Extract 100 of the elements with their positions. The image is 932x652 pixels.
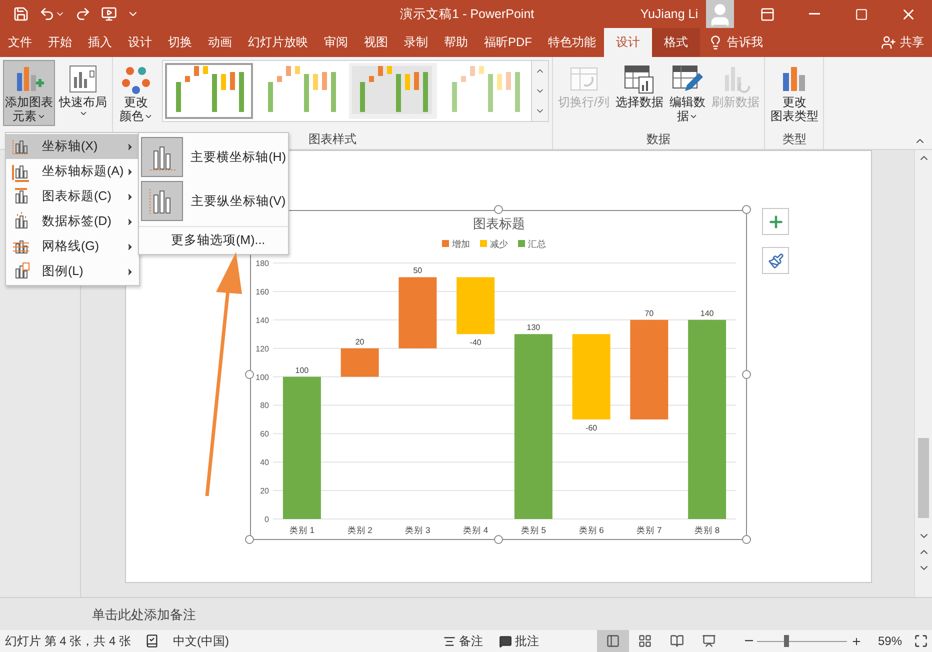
axis-label: 140 (256, 316, 269, 325)
legend-label: 减少 (490, 239, 508, 249)
category-label: 类别 2 (347, 525, 372, 535)
ribbon-tab[interactable]: 审阅 (316, 28, 356, 57)
table-chart-icon (623, 63, 656, 95)
option-label: 主要横坐标轴(H) (190, 148, 286, 166)
ribbon-button[interactable]: 更改 图表类型 (768, 60, 820, 126)
chart-style-option[interactable] (349, 63, 437, 119)
ribbon-tab[interactable]: 帮助 (436, 28, 476, 57)
category-label: 类别 3 (405, 525, 430, 535)
option-label: 主要纵坐标轴(V) (191, 192, 286, 210)
scrollbar-thumb[interactable] (918, 438, 929, 518)
zoom-in-icon[interactable] (850, 636, 862, 646)
save-icon (13, 6, 29, 22)
layout-icon (67, 63, 99, 95)
ribbon-button[interactable]: 更改 颜色 (116, 60, 156, 126)
ribbon-tab[interactable]: 切换 (160, 28, 200, 57)
group-label: 图表样式 (308, 131, 356, 148)
zoom-thumb[interactable] (784, 634, 789, 646)
data-label: -40 (470, 338, 482, 348)
menu-item[interactable]: 网格线(G) (6, 234, 139, 259)
normal-view-icon (606, 634, 620, 648)
slide-info: 幻灯片 第 4 张，共 4 张 (5, 632, 132, 650)
category-label: 类别 7 (636, 525, 662, 535)
book-icon (670, 634, 684, 648)
ribbon-tab[interactable]: 录制 (396, 28, 436, 57)
menu-item[interactable]: 图表标题(C) (6, 184, 139, 209)
minimize-icon (809, 13, 820, 15)
panel-icon (760, 6, 775, 22)
data-label: 50 (413, 266, 422, 276)
axis-label: 40 (260, 458, 269, 468)
axis-label: 60 (260, 430, 269, 439)
chart-styles-button[interactable] (762, 247, 789, 274)
menu-item[interactable]: 坐标轴标题(A) (6, 159, 139, 184)
ribbon-button[interactable]: 添加图表 元素 (3, 60, 55, 126)
ribbon-button[interactable]: 快速布局 (57, 60, 109, 121)
grid-icon (638, 634, 652, 648)
waterfall-chart-icon (352, 66, 432, 114)
legend-label: 增加 (452, 239, 470, 249)
chart-title: 图表标题 (473, 216, 525, 231)
axis-label: 160 (256, 287, 269, 296)
data-label: 130 (526, 323, 540, 332)
axis-label: 80 (260, 401, 269, 410)
chart-bar (340, 348, 379, 378)
resize-handle[interactable] (245, 370, 254, 379)
ribbon-tab[interactable]: 设计 (120, 28, 160, 57)
ribbon-tab[interactable]: 文件 (0, 28, 40, 57)
axis-label: 120 (256, 344, 269, 354)
tell-me-button[interactable]: 告诉我 (700, 28, 771, 57)
data-label: 140 (700, 308, 714, 318)
ribbon-button[interactable]: 编辑数 据 (667, 60, 708, 126)
resize-handle[interactable] (742, 535, 751, 544)
spellcheck-icon[interactable] (145, 634, 160, 648)
ribbon-tab[interactable]: 特色功能 (540, 28, 604, 57)
ribbon-tab[interactable]: 设计 (604, 28, 652, 57)
axis-label: 100 (256, 372, 269, 382)
category-label: 类别 8 (694, 525, 720, 535)
share-button[interactable]: 共享 (873, 28, 932, 57)
language-label: 中文(中国) (173, 632, 230, 650)
category-label: 类别 5 (520, 525, 546, 535)
group-label: 数据 (646, 131, 671, 148)
presentation-icon (702, 634, 716, 648)
ribbon-tab[interactable]: 格式 (652, 28, 700, 57)
ribbon-tab[interactable]: 插入 (80, 28, 120, 57)
ribbon-button[interactable]: 选择数据 (613, 60, 666, 112)
notes-button[interactable]: 备注 (434, 632, 491, 650)
plus-icon (766, 212, 784, 230)
fit-icon[interactable] (914, 634, 928, 648)
lightbulb-icon (708, 35, 723, 50)
ribbon-tab[interactable]: 动画 (200, 28, 240, 57)
ribbon-tab[interactable]: 幻灯片放映 (240, 28, 316, 57)
resize-handle[interactable] (494, 205, 502, 214)
view-button[interactable] (596, 630, 629, 652)
menu-item[interactable]: 坐标轴(X) (6, 134, 139, 159)
resize-handle[interactable] (245, 535, 254, 544)
caret-icon (78, 109, 88, 118)
category-label: 类别 6 (578, 525, 604, 535)
axis-label: 20 (260, 486, 269, 496)
ribbon-tab[interactable]: 视图 (356, 28, 396, 57)
chart-bar (456, 276, 495, 335)
resize-handle[interactable] (742, 370, 751, 379)
data-label: 70 (644, 308, 654, 318)
ribbon-tab[interactable]: 福昕PDF (476, 28, 540, 57)
monitor-play-icon (101, 6, 117, 22)
speech-bubble-icon (498, 634, 512, 648)
chart-style-option[interactable] (165, 63, 253, 119)
brush-icon (768, 252, 784, 268)
submenu-item[interactable]: 主要横坐标轴(H) (139, 135, 288, 179)
category-label: 类别 1 (289, 525, 314, 535)
chart-elements-button[interactable] (762, 208, 789, 235)
menu-item[interactable]: 数据标签(D) (6, 209, 139, 234)
resize-handle[interactable] (494, 535, 502, 544)
comments-button[interactable]: 批注 (490, 632, 547, 650)
ribbon-tab[interactable]: 开始 (40, 28, 80, 57)
undo-icon (39, 6, 55, 22)
resize-handle[interactable] (742, 205, 751, 214)
menu-item[interactable]: 图例(L) (6, 259, 139, 284)
data-label: -60 (586, 423, 598, 432)
person-plus-icon (881, 35, 896, 50)
axis-label: 180 (256, 259, 269, 268)
